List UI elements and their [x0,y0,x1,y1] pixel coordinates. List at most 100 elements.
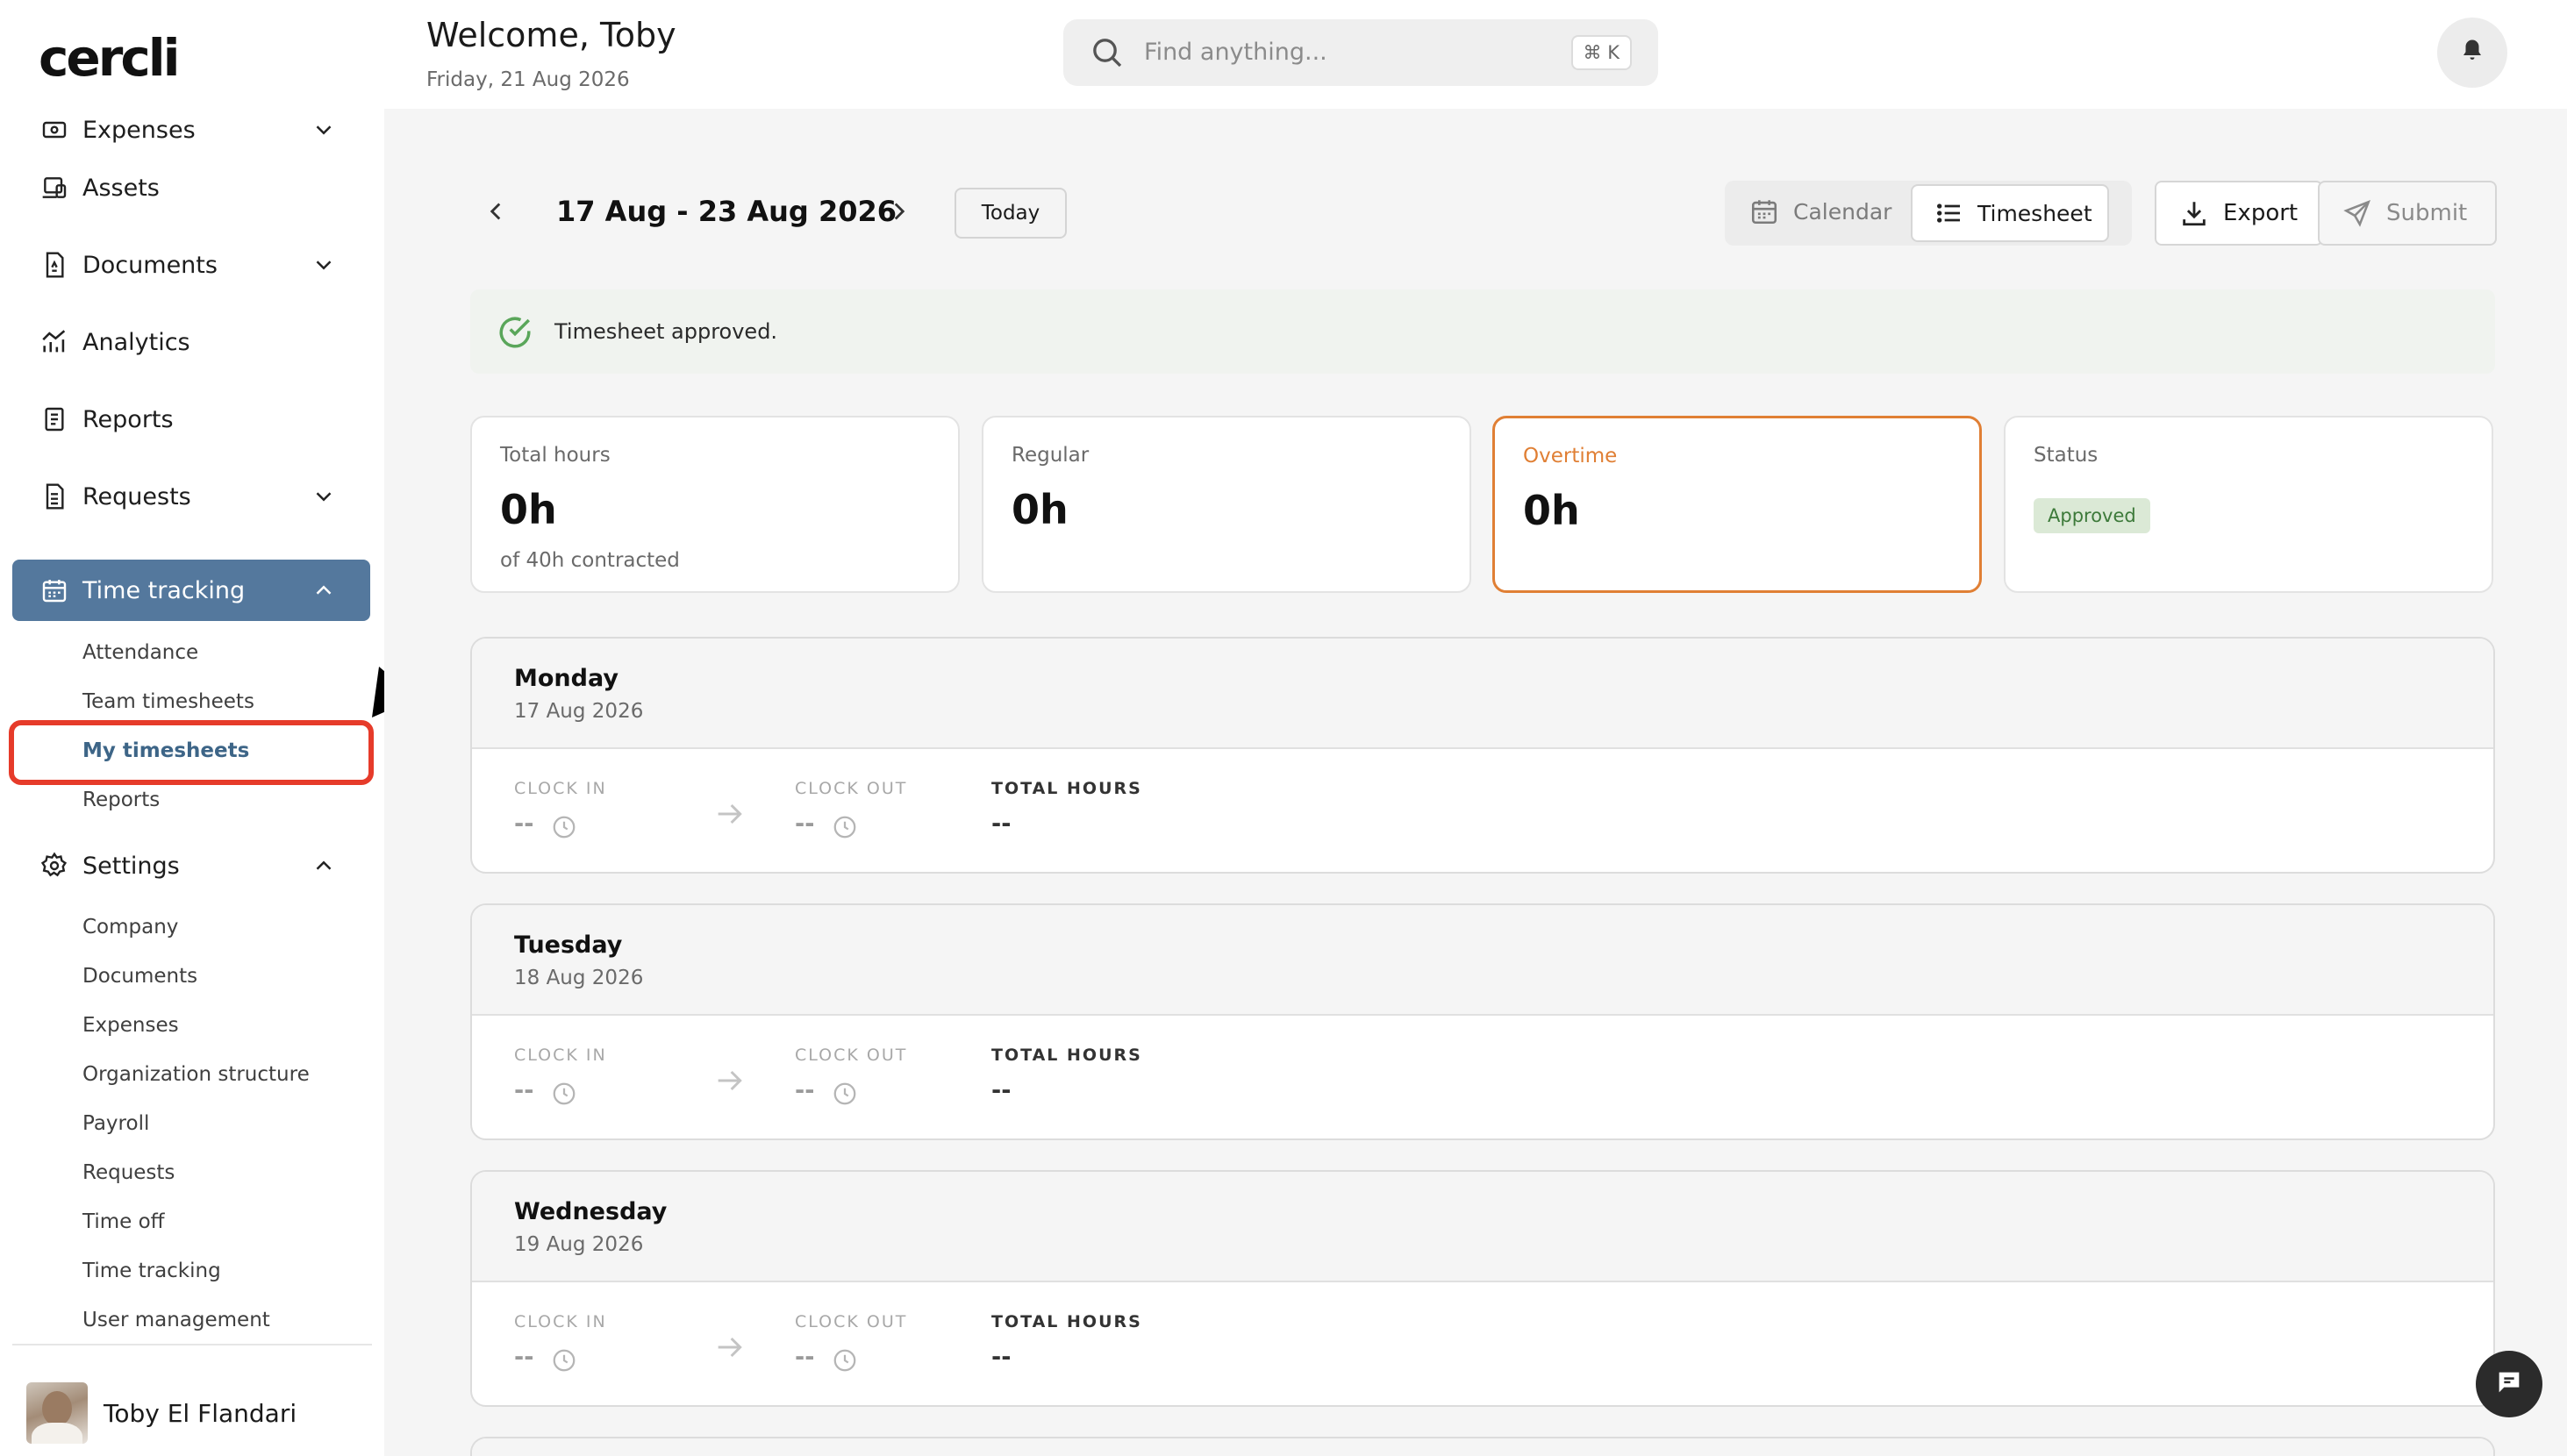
day-header: Tuesday 18 Aug 2026 [472,905,2493,1016]
day-header [472,1438,2493,1456]
clock-in-label: CLOCK IN [514,1046,607,1065]
highlight-annotation [9,720,374,785]
week-range: 17 Aug - 23 Aug 2026 [556,195,897,228]
clock-icon[interactable] [832,814,858,844]
day-name: Monday [514,665,619,692]
day-date: 17 Aug 2026 [514,700,644,723]
subnav-settings-company[interactable]: Company [82,916,178,939]
current-date: Friday, 21 Aug 2026 [426,68,630,91]
sidebar-item-requests[interactable]: Requests [12,466,370,527]
sidebar: cercli Expenses Assets Documents Analyti… [0,0,384,1456]
calendar-view-label: Calendar [1793,198,1892,225]
clock-icon[interactable] [832,1081,858,1110]
chevron-up-icon[interactable] [311,853,337,879]
clock-out-value: -- [795,1344,815,1371]
day-header: Wednesday 19 Aug 2026 [472,1172,2493,1282]
subnav-settings-payroll[interactable]: Payroll [82,1112,149,1135]
stat-card-overtime: Overtime 0h [1492,416,1982,593]
arrow-right-icon [712,1330,747,1368]
subnav-team-timesheets[interactable]: Team timesheets [82,690,254,713]
avatar[interactable] [26,1382,88,1444]
clock-out-value: -- [795,810,815,838]
bell-icon [2459,38,2485,68]
submit-button[interactable]: Submit [2318,181,2497,246]
notifications-button[interactable] [2437,18,2507,88]
total-hours-value: -- [991,1344,1012,1371]
sidebar-item-documents[interactable]: Documents [12,234,370,296]
sidebar-item-time-tracking[interactable]: Time tracking [12,560,370,621]
sidebar-item-analytics[interactable]: Analytics [12,311,370,373]
send-icon [2342,198,2372,228]
subnav-settings-requests[interactable]: Requests [82,1161,175,1184]
search-icon [1090,35,1125,74]
chat-button[interactable] [2476,1351,2542,1417]
submit-label: Submit [2386,200,2468,226]
stat-subtext: of 40h contracted [500,549,680,572]
search-shortcut: ⌘ K [1570,35,1632,70]
subnav-settings-user-management[interactable]: User management [82,1309,270,1331]
subnav-attendance[interactable]: Attendance [82,641,198,664]
subnav-settings-expenses[interactable]: Expenses [82,1014,179,1037]
chevron-down-icon[interactable] [311,117,337,143]
chevron-down-icon[interactable] [311,483,337,510]
chevron-down-icon[interactable] [311,252,337,278]
clock-icon[interactable] [551,1081,577,1110]
chevron-up-icon[interactable] [311,577,337,603]
stat-value: 0h [1523,487,1580,534]
total-hours-label: TOTAL HOURS [991,779,1142,798]
list-icon [1935,199,1963,227]
subnav-reports[interactable]: Reports [82,789,160,811]
sidebar-divider [12,1344,372,1345]
export-button[interactable]: Export [2155,181,2323,246]
clock-icon[interactable] [551,814,577,844]
total-hours-value: -- [991,1077,1012,1104]
subnav-settings-time-tracking[interactable]: Time tracking [82,1260,221,1282]
calendar-icon [1749,196,1779,226]
search-bar[interactable]: Find anything... ⌘ K [1063,19,1658,86]
requests-icon [39,481,70,512]
user-profile[interactable]: Toby El Flandari [26,1382,297,1444]
sidebar-item-assets[interactable]: Assets [12,157,370,218]
next-week-button[interactable] [884,196,914,230]
status-badge: Approved [2034,498,2150,533]
stat-value: 0h [500,486,557,533]
clock-icon[interactable] [832,1347,858,1377]
check-circle-icon [497,314,533,354]
subnav-settings-time-off[interactable]: Time off [82,1210,165,1233]
page-title: Welcome, Toby [426,16,676,54]
search-input[interactable]: Find anything... [1144,39,1327,66]
app-logo[interactable]: cercli [39,30,180,86]
clock-out-value: -- [795,1077,815,1104]
previous-week-button[interactable] [481,196,511,230]
stat-card-regular: Regular 0h [982,416,1471,593]
clock-in-value: -- [514,810,534,838]
clock-in-value: -- [514,1344,534,1371]
subnav-settings-organization-structure[interactable]: Organization structure [82,1063,310,1086]
timesheet-view-label: Timesheet [1977,200,2092,226]
clock-out-label: CLOCK OUT [795,779,908,798]
stat-label: Regular [1012,444,1090,467]
clock-icon[interactable] [551,1347,577,1377]
main-content: 17 Aug - 23 Aug 2026 Today Calendar Time… [384,109,2567,1456]
sidebar-item-expenses[interactable]: Expenses [12,103,370,156]
stat-label: Total hours [500,444,611,467]
day-name: Tuesday [514,931,623,959]
clock-in-label: CLOCK IN [514,1312,607,1331]
arrow-right-icon [712,1063,747,1102]
calendar-view-button[interactable]: Calendar [1749,196,1891,226]
chat-icon [2494,1367,2524,1401]
sidebar-item-settings[interactable]: Settings [12,835,370,896]
sidebar-item-label: Requests [82,482,191,510]
analytics-icon [39,326,70,358]
clock-in-value: -- [514,1077,534,1104]
stat-card-total-hours: Total hours 0h of 40h contracted [470,416,960,593]
stat-label: Overtime [1523,445,1618,467]
today-button[interactable]: Today [955,188,1067,239]
approval-alert: Timesheet approved. [470,289,2495,374]
sidebar-item-reports[interactable]: Reports [12,389,370,450]
laptop-icon [39,172,70,203]
timesheet-view-button[interactable]: Timesheet [1911,184,2109,242]
stat-value: 0h [1012,486,1069,533]
sidebar-item-label: Assets [82,174,160,202]
subnav-settings-documents[interactable]: Documents [82,965,197,988]
